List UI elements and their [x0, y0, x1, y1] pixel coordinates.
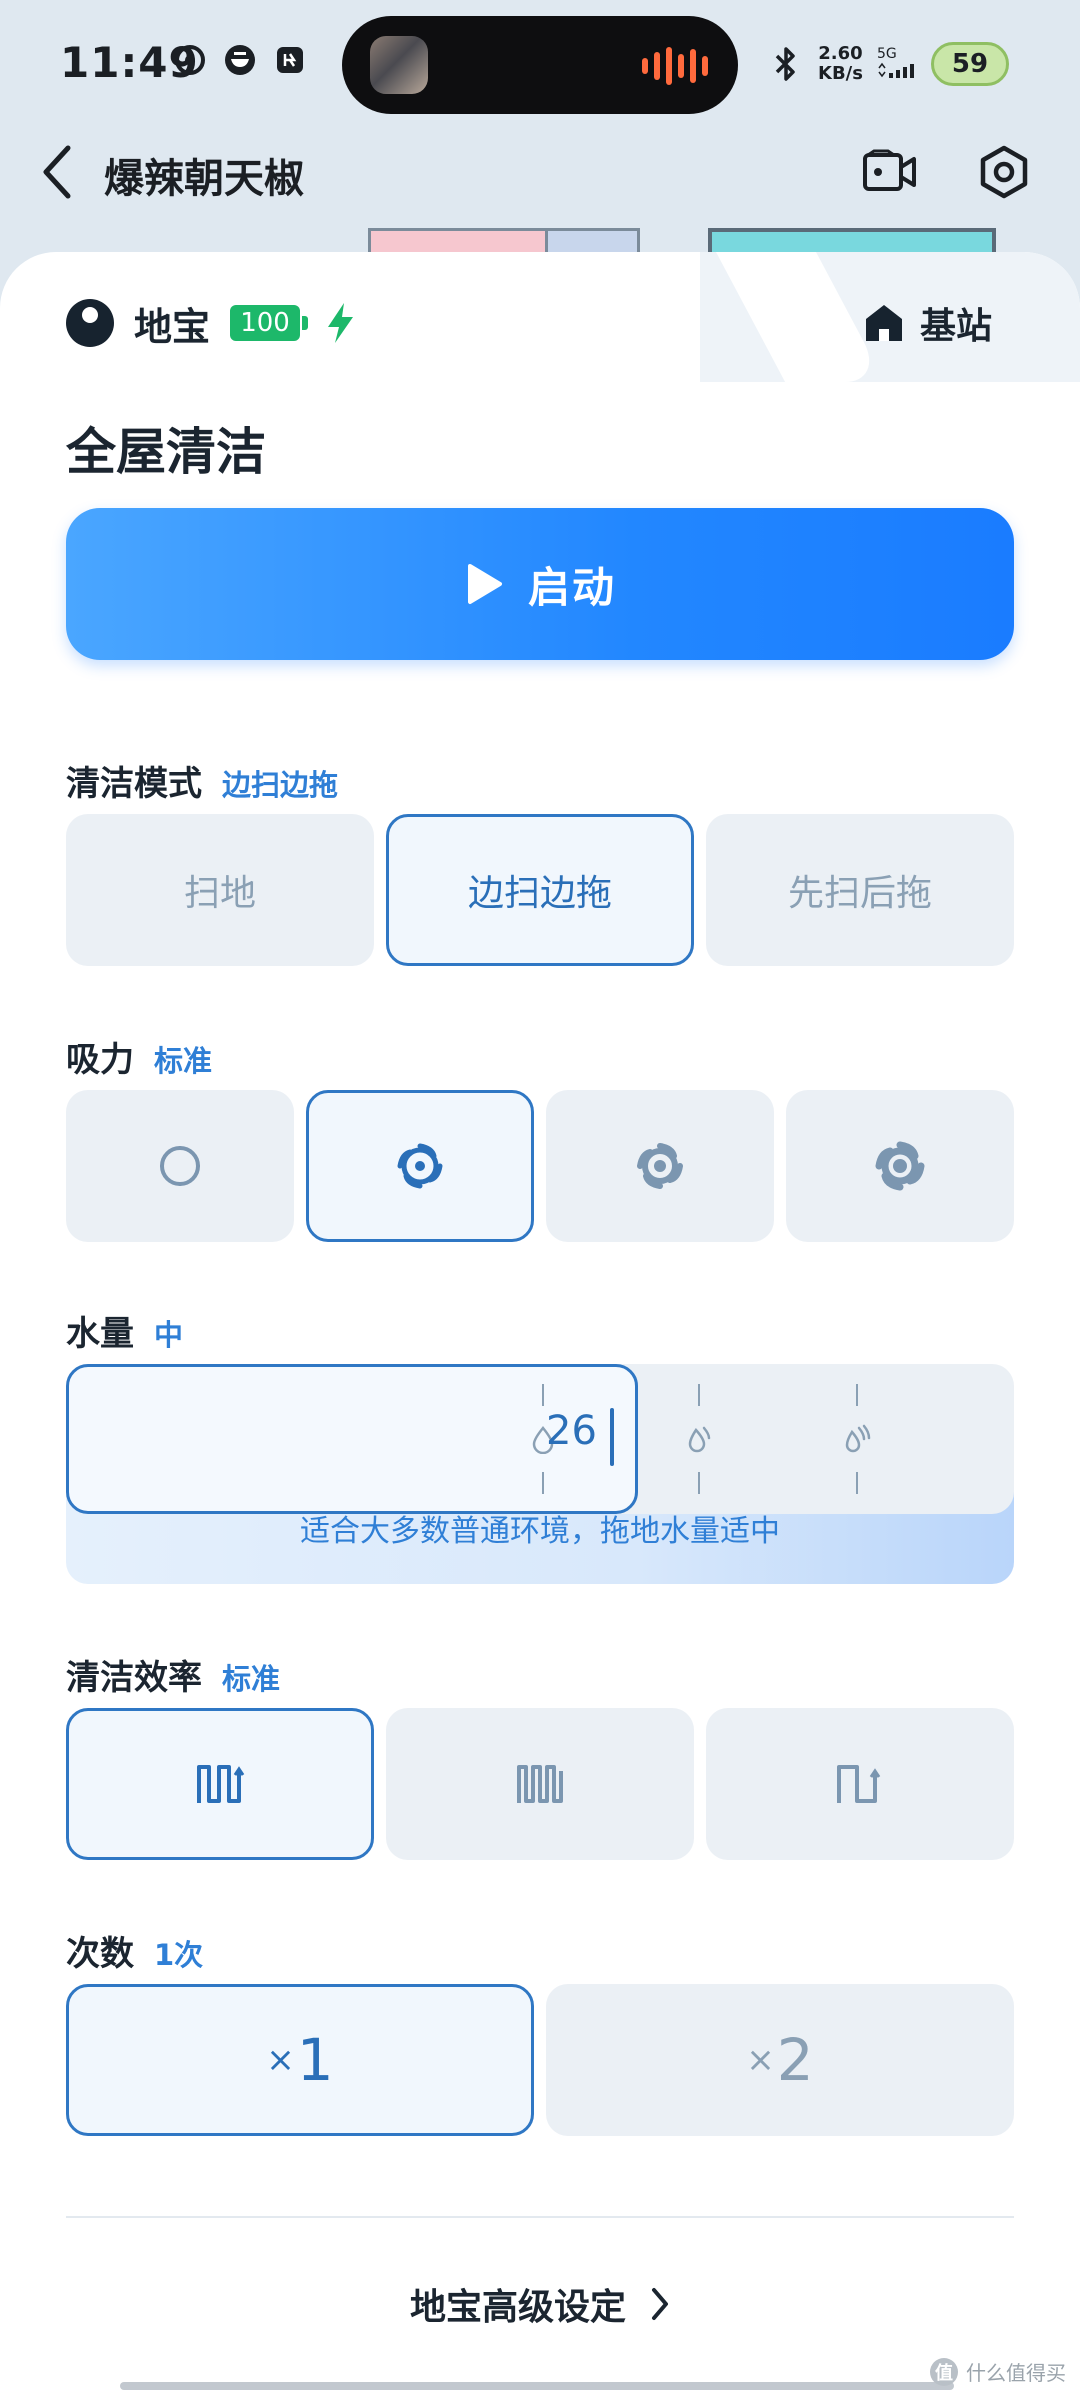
- station-tab[interactable]: 基站: [862, 292, 992, 354]
- water-slider-thumb[interactable]: [610, 1408, 614, 1466]
- water-header: 水量 中: [66, 1306, 183, 1355]
- suction-label: 吸力: [66, 1040, 134, 1080]
- fan-standard-icon: [397, 1143, 443, 1189]
- clean-mode-option-sweep-mop[interactable]: 边扫边拖: [386, 814, 694, 966]
- passes-multiplier: ×: [746, 2040, 775, 2080]
- water-label: 水量: [66, 1314, 134, 1354]
- water-value: 中: [154, 1318, 184, 1352]
- page-title: 爆辣朝天椒: [104, 156, 304, 202]
- clean-mode-header: 清洁模式 边扫边拖: [66, 756, 338, 805]
- home-indicator-segment: [618, 2382, 954, 2390]
- video-camera-icon: [863, 149, 916, 191]
- efficiency-option-fast[interactable]: [706, 1708, 1014, 1860]
- fan-strong-icon: [637, 1143, 683, 1189]
- robot-battery-badge: 100: [230, 305, 309, 341]
- passes-option-1-value: 1: [296, 2026, 334, 2094]
- status-bar: 11:49 2.60 KB/s 5G 59: [0, 0, 1080, 130]
- back-button[interactable]: [40, 136, 84, 208]
- camera-button[interactable]: [852, 134, 928, 210]
- phone-battery: 59: [930, 42, 1009, 86]
- network-speed-unit: KB/s: [818, 63, 863, 84]
- settings-hexagon-icon: [980, 145, 1028, 199]
- suction-options: [66, 1090, 1014, 1242]
- settings-button[interactable]: [966, 134, 1042, 210]
- path-standard-icon: [197, 1765, 245, 1803]
- app-badge-icon: [272, 42, 308, 78]
- efficiency-label: 清洁效率: [66, 1658, 202, 1698]
- cleaning-panel: 地宝 100 基站 全屋清洁 启动 清洁模式 边扫边拖 扫地 边扫边拖 先扫后拖…: [0, 252, 1080, 2400]
- notification-icons: [172, 42, 308, 78]
- watermark-text: 什么值得买: [966, 2361, 1066, 2385]
- suction-header: 吸力 标准: [66, 1032, 212, 1081]
- signal-bars-icon: [878, 62, 914, 78]
- watermark-logo-icon: 值: [930, 2357, 958, 2386]
- start-button[interactable]: 启动: [66, 508, 1014, 660]
- path-fast-icon: [837, 1765, 881, 1803]
- robot-tab[interactable]: 地宝 100: [66, 292, 358, 354]
- watermark: 值 什么值得买: [930, 2357, 1066, 2386]
- suction-level-1[interactable]: [66, 1090, 294, 1242]
- fan-quiet-icon: [160, 1146, 200, 1186]
- water-level-slider[interactable]: 适合大多数普通环境，拖地水量适中 26: [66, 1364, 1014, 1584]
- home-station-icon: [866, 305, 902, 341]
- audio-visualizer-icon: [642, 46, 708, 86]
- passes-header: 次数 1次: [66, 1926, 203, 1975]
- network-type: 5G: [876, 46, 897, 62]
- suction-level-3[interactable]: [546, 1090, 774, 1242]
- passes-option-1[interactable]: × 1: [66, 1984, 534, 2136]
- dynamic-island[interactable]: [342, 16, 738, 114]
- advanced-settings-link[interactable]: 地宝高级设定: [0, 2278, 1080, 2330]
- bluetooth-icon: [768, 46, 804, 82]
- media-thumbnail: [370, 36, 428, 94]
- suction-level-2[interactable]: [306, 1090, 534, 1242]
- bowl-app-icon: [222, 42, 258, 78]
- efficiency-option-dense[interactable]: [386, 1708, 694, 1860]
- system-indicators: 2.60 KB/s 5G 59: [768, 36, 1009, 92]
- passes-multiplier: ×: [266, 2040, 295, 2080]
- robot-name: 地宝: [134, 304, 211, 349]
- station-label: 基站: [920, 306, 993, 347]
- advanced-settings-label: 地宝高级设定: [409, 2287, 626, 2328]
- passes-option-2-value: 2: [776, 2026, 814, 2094]
- charging-bolt-icon: [328, 303, 354, 343]
- water-drop-high-icon: [845, 1424, 871, 1453]
- suction-value: 标准: [154, 1044, 213, 1078]
- cellular-indicator: 5G: [877, 46, 917, 82]
- efficiency-options: [66, 1708, 1014, 1860]
- start-label: 启动: [527, 562, 616, 612]
- robot-icon: [66, 299, 114, 347]
- passes-value: 1次: [154, 1938, 204, 1972]
- clean-mode-option-sweep[interactable]: 扫地: [66, 814, 374, 966]
- water-drop-mid-icon: [688, 1426, 711, 1453]
- passes-label: 次数: [66, 1934, 134, 1974]
- play-icon: [467, 564, 502, 604]
- network-speed: 2.60 KB/s: [818, 44, 863, 84]
- clean-mode-label: 清洁模式: [66, 764, 202, 804]
- path-dense-icon: [517, 1765, 563, 1803]
- network-speed-value: 2.60: [818, 43, 863, 64]
- chevron-left-icon: [43, 145, 71, 199]
- clean-mode-options: 扫地 边扫边拖 先扫后拖: [66, 814, 1014, 966]
- swirl-app-icon: [172, 42, 208, 78]
- clean-mode-value: 边扫边拖: [222, 768, 339, 802]
- efficiency-option-standard[interactable]: [66, 1708, 374, 1860]
- passes-option-2[interactable]: × 2: [546, 1984, 1014, 2136]
- fan-max-icon: [875, 1141, 925, 1191]
- passes-options: × 1 × 2: [66, 1984, 1014, 2136]
- chevron-right-icon: [652, 2288, 668, 2320]
- efficiency-header: 清洁效率 标准: [66, 1650, 280, 1699]
- divider: [66, 2216, 1014, 2218]
- water-level-value: 26: [546, 1408, 597, 1454]
- clean-mode-option-sweep-then-mop[interactable]: 先扫后拖: [706, 814, 1014, 966]
- section-title: 全屋清洁: [66, 423, 266, 481]
- efficiency-value: 标准: [222, 1662, 281, 1696]
- suction-level-4[interactable]: [786, 1090, 1014, 1242]
